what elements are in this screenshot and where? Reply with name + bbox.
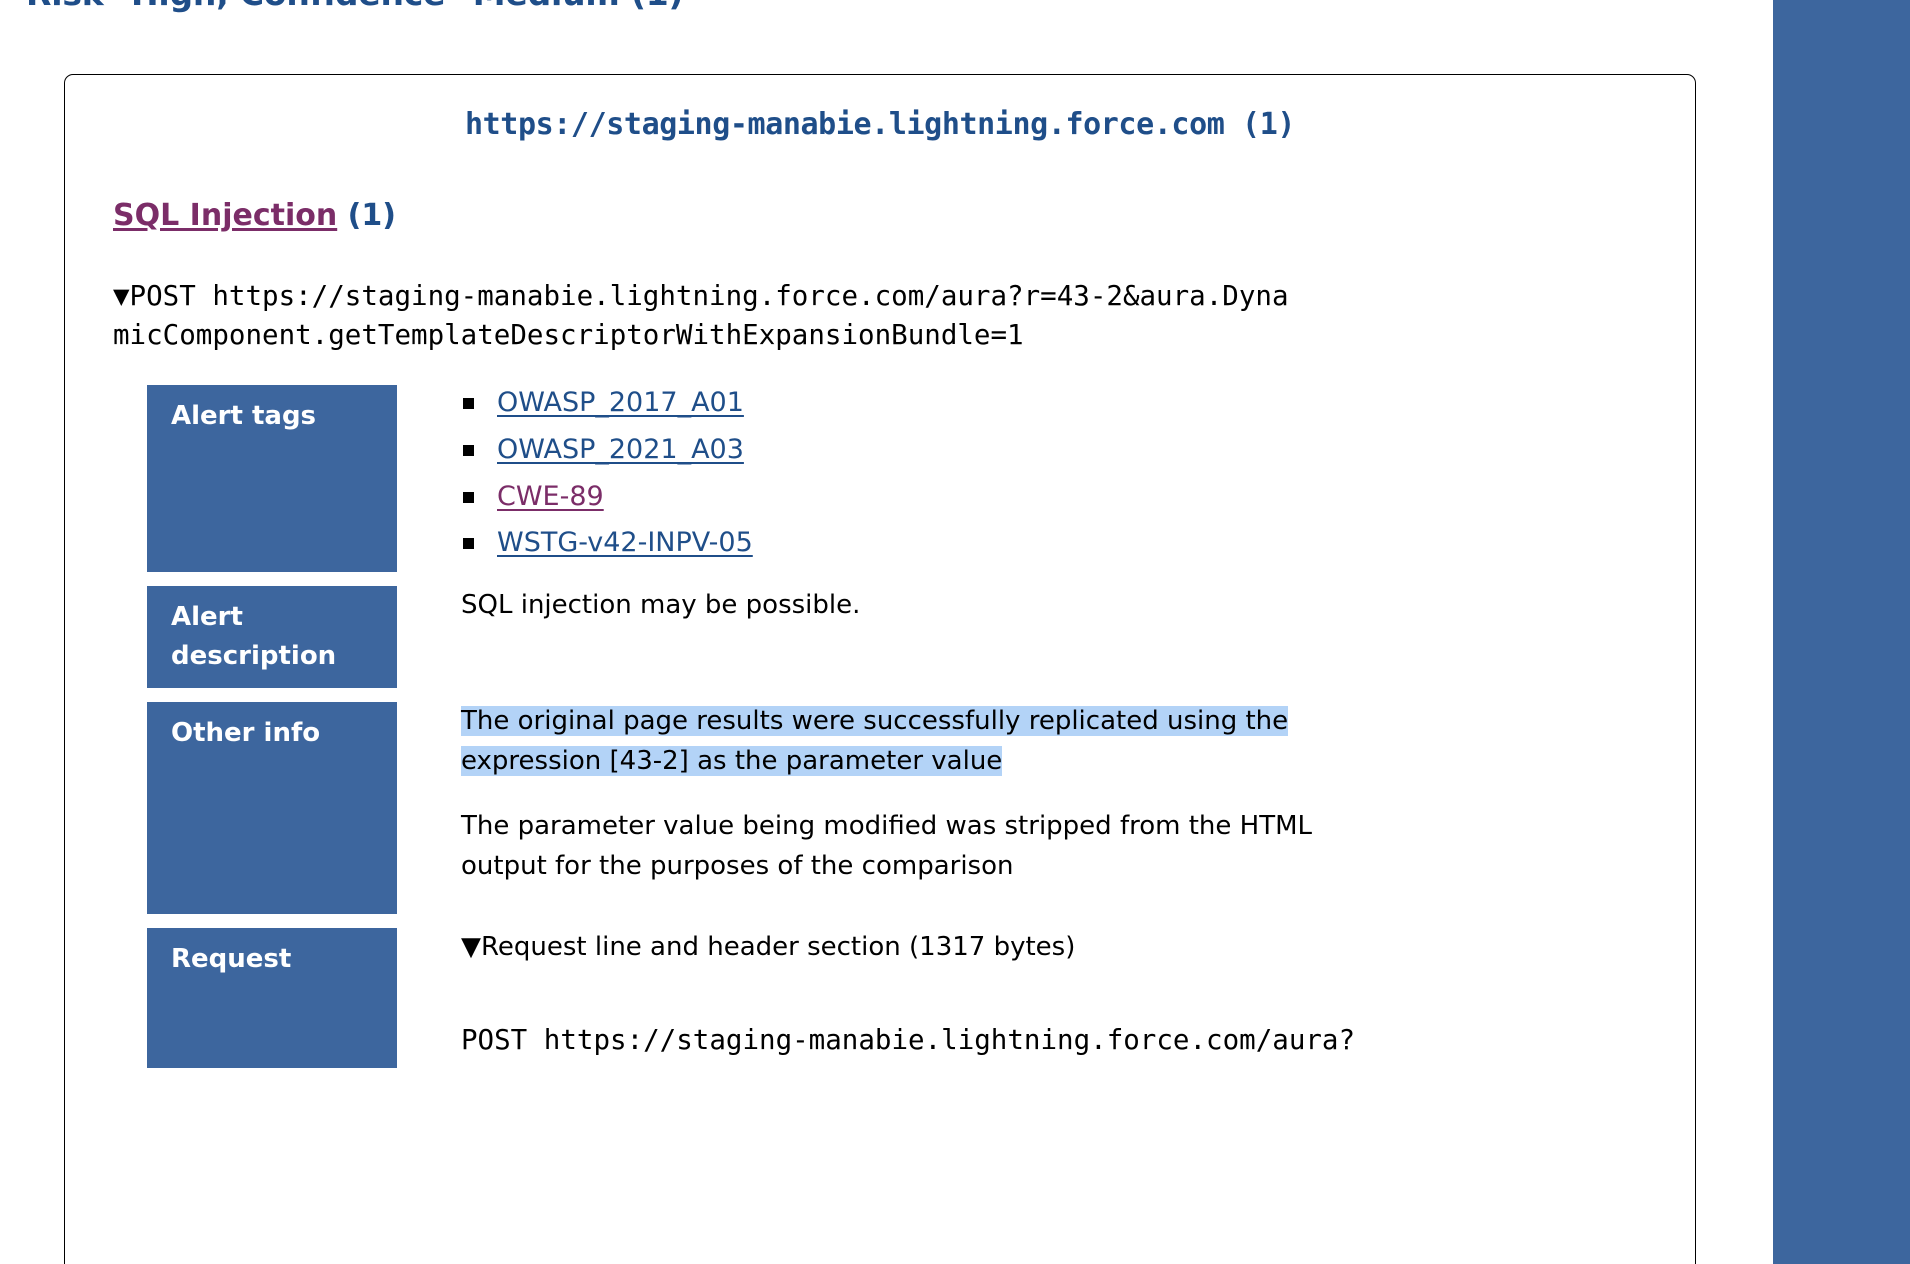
list-item: OWASP_2017_A01 <box>463 385 1695 432</box>
other-info-paragraph-plain: The parameter value being modified was s… <box>461 811 1312 881</box>
row-label-request: Request <box>147 928 397 1069</box>
request-raw-first-line: POST https://staging-manabie.lightning.f… <box>461 1023 1356 1056</box>
row-alert-description: Alert description SQL injection may be p… <box>147 586 1695 689</box>
alert-name-line: SQL Injection (1) <box>65 142 1695 233</box>
alert-tag-link-owasp-2017-a01[interactable]: OWASP_2017_A01 <box>497 387 744 418</box>
alert-tag-link-wstg-v42-inpv-05[interactable]: WSTG-v42-INPV-05 <box>497 527 753 558</box>
alert-detail-rows: Alert tags OWASP_2017_A01 OWASP_2021_A03… <box>65 355 1695 1069</box>
row-label-alert-description: Alert description <box>147 586 397 689</box>
row-body-alert-tags: OWASP_2017_A01 OWASP_2021_A03 CWE-89 WST… <box>397 385 1695 572</box>
row-body-request: ▼Request line and header section (1317 b… <box>397 928 1695 1061</box>
row-body-alert-description: SQL injection may be possible. <box>397 586 1695 626</box>
alert-tag-list: OWASP_2017_A01 OWASP_2021_A03 CWE-89 WST… <box>461 385 1695 572</box>
report-page: Risk=High, Confidence=Medium (1) https:/… <box>0 0 1910 1264</box>
request-header-section-toggle[interactable]: ▼Request line and header section (1317 b… <box>461 928 1695 968</box>
risk-confidence-heading-text: Risk=High, Confidence=Medium (1) <box>26 0 684 13</box>
risk-confidence-heading: Risk=High, Confidence=Medium (1) <box>26 0 684 13</box>
row-label-alert-tags: Alert tags <box>147 385 397 573</box>
alert-card: https://staging-manabie.lightning.force.… <box>64 74 1696 1264</box>
right-blue-panel <box>1773 0 1910 1264</box>
row-alert-tags: Alert tags OWASP_2017_A01 OWASP_2021_A03… <box>147 385 1695 573</box>
alert-description-text: SQL injection may be possible. <box>461 590 861 621</box>
list-item: CWE-89 <box>463 479 1695 526</box>
alert-count-value: (1) <box>347 198 396 233</box>
alert-count <box>337 198 347 233</box>
alert-tag-link-owasp-2021-a03[interactable]: OWASP_2021_A03 <box>497 434 744 465</box>
list-item: OWASP_2021_A03 <box>463 432 1695 479</box>
site-title: https://staging-manabie.lightning.force.… <box>464 107 1296 142</box>
alert-name-link[interactable]: SQL Injection <box>113 198 337 233</box>
row-request: Request ▼Request line and header section… <box>147 928 1695 1069</box>
list-item: WSTG-v42-INPV-05 <box>463 525 1695 572</box>
selected-text: The original page results were successfu… <box>461 706 1289 776</box>
alert-tag-link-cwe-89[interactable]: CWE-89 <box>497 481 604 512</box>
row-label-other-info: Other info <box>147 702 397 915</box>
request-url-toggle[interactable]: ▼POST https://staging-manabie.lightning.… <box>65 233 1305 355</box>
other-info-paragraph-highlighted: The original page results were successfu… <box>461 702 1341 781</box>
row-other-info: Other info The original page results wer… <box>147 702 1695 915</box>
row-body-other-info: The original page results were successfu… <box>397 702 1695 886</box>
